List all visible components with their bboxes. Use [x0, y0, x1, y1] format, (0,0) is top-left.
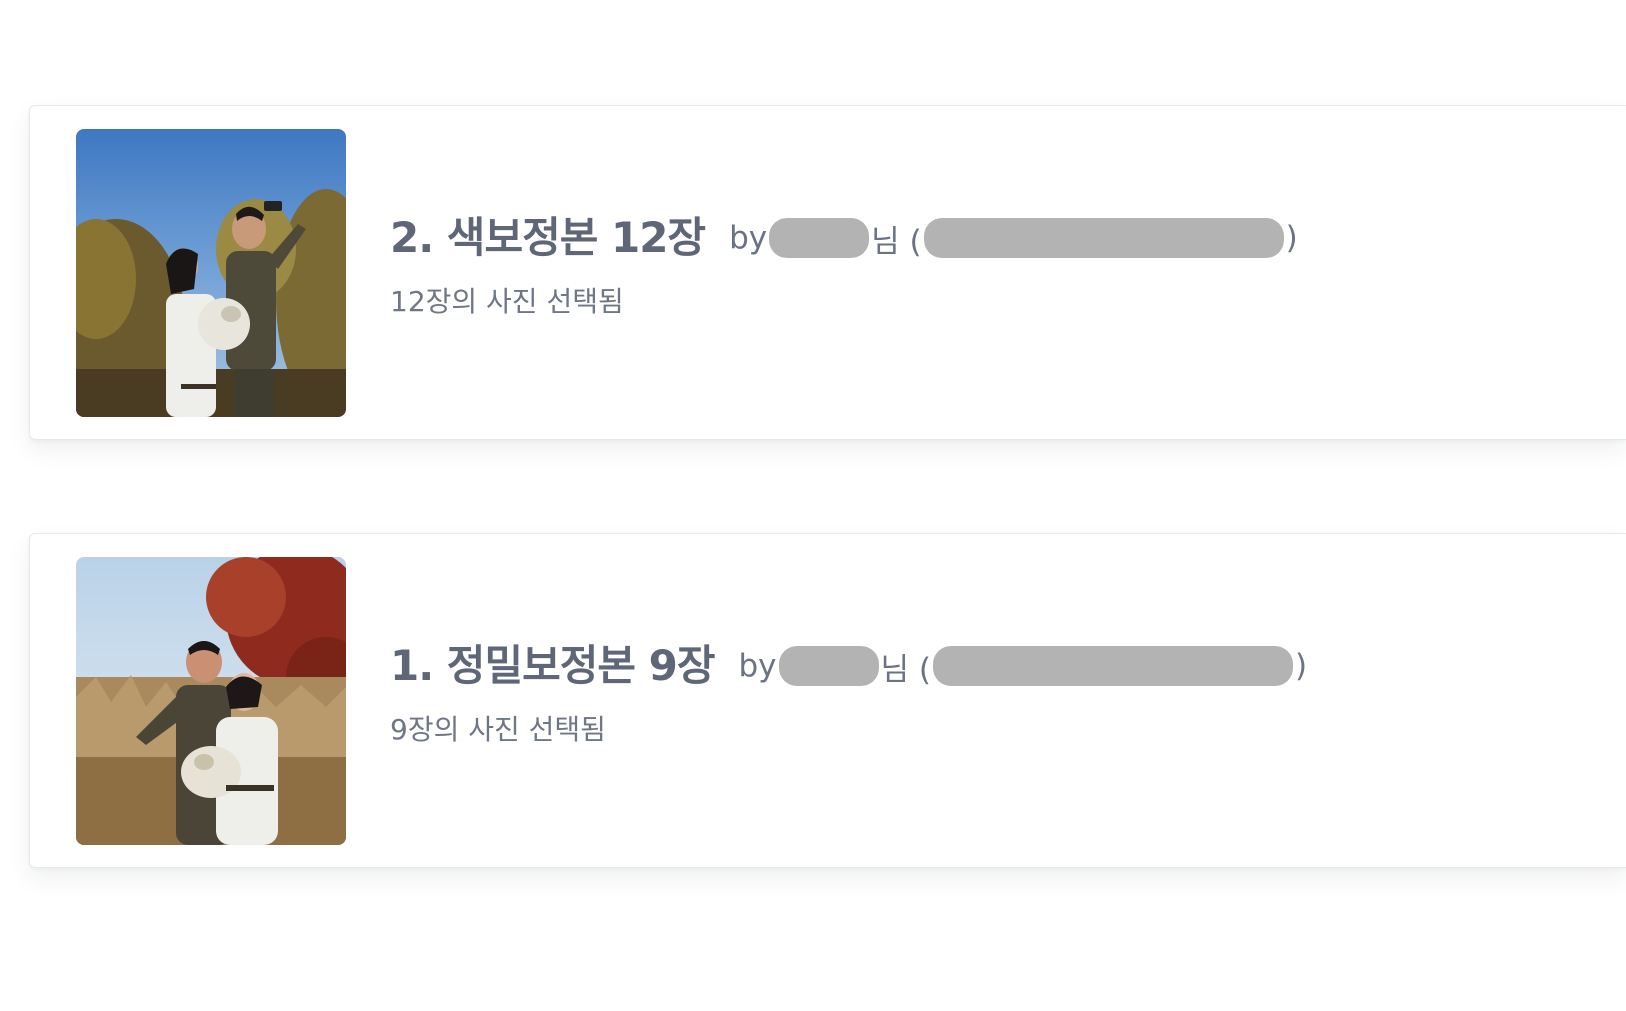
- photo-image: [76, 557, 346, 845]
- card-info: 2. 색보정본 12장 by 님 ( ) 12장의 사진 선택됨: [390, 106, 1626, 439]
- honorific-label: 님 (: [880, 651, 931, 688]
- selection-card[interactable]: 2. 색보정본 12장 by 님 ( ) 12장의 사진 선택됨: [29, 105, 1626, 440]
- card-info: 1. 정밀보정본 9장 by 님 ( ) 9장의 사진 선택됨: [390, 534, 1626, 867]
- by-label: by: [738, 648, 777, 684]
- close-paren: ): [1285, 220, 1298, 256]
- photo-image: [76, 129, 346, 417]
- selection-card[interactable]: 1. 정밀보정본 9장 by 님 ( ) 9장의 사진 선택됨: [29, 533, 1626, 868]
- entry-title[interactable]: 1. 정밀보정본 9장: [390, 632, 715, 693]
- honorific-label: 님 (: [871, 223, 922, 260]
- by-label: by: [729, 220, 768, 256]
- selected-count: 12장의 사진 선택됨: [390, 285, 624, 318]
- photo-thumbnail[interactable]: [76, 129, 346, 417]
- redacted-contact: [923, 218, 1284, 258]
- redacted-name: [769, 218, 870, 258]
- title-line: 1. 정밀보정본 9장 by 님 ( ): [390, 632, 1307, 693]
- author-info: by 님 ( ): [729, 216, 1298, 261]
- photo-thumbnail[interactable]: [76, 557, 346, 845]
- author-info: by 님 ( ): [738, 644, 1308, 689]
- redacted-name: [778, 646, 879, 686]
- page: 2. 색보정본 12장 by 님 ( ) 12장의 사진 선택됨 1. 정밀보정…: [0, 0, 1626, 1011]
- entry-title[interactable]: 2. 색보정본 12장: [390, 204, 706, 265]
- selected-count: 9장의 사진 선택됨: [390, 713, 606, 746]
- redacted-contact: [933, 646, 1293, 686]
- close-paren: ): [1295, 648, 1308, 684]
- title-line: 2. 색보정본 12장 by 님 ( ): [390, 204, 1298, 265]
